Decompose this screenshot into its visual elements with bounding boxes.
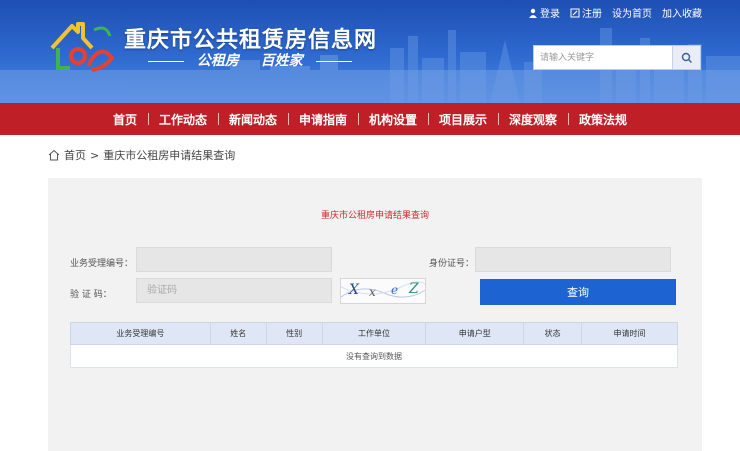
- empty-result-text: 没有查询到数据: [70, 344, 678, 368]
- bookmark-link[interactable]: 加入收藏: [662, 5, 702, 20]
- captcha-input[interactable]: [136, 278, 332, 303]
- captcha-label: 验 证 码：: [70, 290, 112, 300]
- slogan-divider-right: [315, 60, 352, 62]
- query-title: 重庆市公租房申请结果查询: [320, 211, 429, 221]
- captcha-image[interactable]: X x e Z: [340, 278, 426, 304]
- result-table: 业务受理编号 姓名 性别 工作单位 申请户型 状态 申请时间 没有查询到数据: [70, 322, 678, 368]
- main-nav: 首页 工作动态 新闻动态 申请指南 机构设置 项目展示 深度观察 政策法规: [0, 103, 740, 135]
- set-home-link[interactable]: 设为首页: [612, 5, 652, 20]
- col-unit-type: 申请户型: [425, 322, 525, 345]
- col-apply-time: 申请时间: [581, 322, 678, 345]
- table-header-row: 业务受理编号 姓名 性别 工作单位 申请户型 状态 申请时间: [70, 322, 678, 345]
- nav-item-organization[interactable]: 机构设置: [358, 111, 428, 128]
- breadcrumb-current: 重庆市公租房申请结果查询: [103, 149, 236, 162]
- business-no-label: 业务受理编号：: [70, 259, 134, 269]
- business-no-input[interactable]: [136, 247, 332, 272]
- table-row: 没有查询到数据: [70, 344, 678, 368]
- breadcrumb-home[interactable]: 首页: [64, 147, 86, 163]
- id-card-label: 身份证号：: [429, 259, 475, 269]
- nav-item-work-news[interactable]: 工作动态: [147, 111, 218, 128]
- slogan-divider-left: [148, 60, 184, 62]
- top-links: 登录 注册 设为首页 加入收藏: [528, 5, 702, 20]
- register-link[interactable]: 注册: [570, 5, 602, 20]
- nav-item-projects[interactable]: 项目展示: [428, 111, 498, 128]
- col-status: 状态: [523, 322, 583, 345]
- register-label: 注册: [582, 9, 602, 20]
- col-business-no: 业务受理编号: [70, 322, 211, 345]
- nav-item-news[interactable]: 新闻动态: [217, 111, 288, 128]
- site-header: 重庆市公共租赁房信息网 公租房 百姓家 登录 注册 设为首页 加入收藏: [0, 0, 740, 103]
- nav-item-policy[interactable]: 政策法规: [568, 111, 638, 128]
- nav-item-home[interactable]: 首页: [102, 111, 148, 128]
- nav-item-insight[interactable]: 深度观察: [498, 111, 568, 128]
- query-panel: 重庆市公租房申请结果查询 业务受理编号： 身份证号： 验 证 码： X x e …: [48, 178, 702, 451]
- search-button[interactable]: [672, 46, 700, 69]
- query-button[interactable]: 查询: [480, 279, 676, 305]
- col-employer: 工作单位: [321, 322, 427, 345]
- id-card-input[interactable]: [475, 247, 671, 272]
- search-input[interactable]: [534, 46, 672, 69]
- breadcrumb: 首页 > 重庆市公租房申请结果查询: [48, 147, 235, 163]
- search-box: [533, 45, 701, 70]
- nav-item-guide[interactable]: 申请指南: [287, 111, 358, 128]
- slogan-right: 百姓家: [260, 53, 303, 69]
- captcha-char-3: e: [391, 283, 399, 297]
- login-label: 登录: [540, 9, 560, 20]
- search-icon: [681, 52, 692, 63]
- col-name: 姓名: [209, 322, 267, 345]
- user-icon: [529, 8, 537, 18]
- captcha-char-4: Z: [409, 281, 419, 297]
- slogan-left: 公租房: [196, 53, 239, 69]
- captcha-char-1: X: [349, 282, 359, 298]
- breadcrumb-separator: >: [90, 148, 100, 162]
- edit-icon: [570, 8, 580, 17]
- col-gender: 性别: [265, 322, 323, 345]
- login-link[interactable]: 登录: [528, 5, 560, 20]
- site-logo: [50, 22, 115, 72]
- site-slogan: 公租房 百姓家: [140, 50, 360, 70]
- captcha-char-2: x: [369, 285, 376, 299]
- home-icon: [48, 149, 60, 161]
